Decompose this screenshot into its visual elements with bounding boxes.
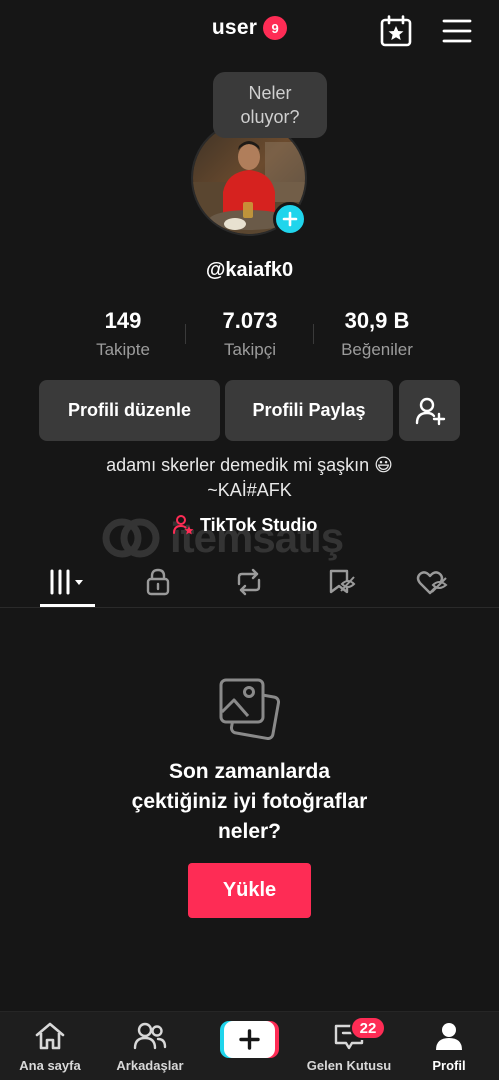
profile-handle: @kaiafk0: [205, 259, 294, 281]
tab-favorites[interactable]: [313, 564, 369, 600]
profile-stats: 149 Takipte 7.073 Takipçi 30,9 B Beğenil…: [60, 308, 440, 360]
nav-profile-label: Profil: [432, 1058, 466, 1073]
stat-following[interactable]: 149 Takipte: [60, 308, 186, 360]
empty-state-message: Son zamanlarda çektiğiniz iyi fotoğrafla…: [0, 757, 499, 847]
inbox-badge: 22: [350, 1016, 386, 1040]
tab-liked[interactable]: [404, 564, 460, 600]
stat-likes-value: 30,9 B: [344, 308, 410, 333]
bubble-line-2: oluyor?: [240, 107, 300, 127]
lock-icon: [146, 568, 170, 596]
home-icon: [35, 1022, 65, 1050]
bookmark-hidden-icon: [329, 569, 356, 594]
tiktok-studio-link[interactable]: TikTok Studio: [172, 514, 317, 536]
profile-actions: Profili düzenle Profili Paylaş: [39, 380, 460, 441]
bubble-line-1: Neler: [248, 83, 292, 103]
notification-badge: 9: [263, 16, 288, 40]
stat-divider: [185, 324, 186, 344]
photos-icon: [219, 678, 280, 740]
stat-likes[interactable]: 30,9 B Beğeniler: [314, 308, 440, 360]
tab-reposts[interactable]: [221, 564, 277, 600]
edit-profile-button[interactable]: Profili düzenle: [39, 380, 220, 441]
menu-icon[interactable]: [442, 18, 472, 44]
nav-friends-label: Arkadaşlar: [116, 1058, 184, 1073]
stat-followers[interactable]: 7.073 Takipçi: [187, 308, 313, 360]
account-switcher[interactable]: user 9: [0, 16, 499, 40]
grid-videos-icon: [50, 569, 83, 595]
watermark-logo-icon: [102, 518, 160, 558]
stat-followers-label: Takipçi: [224, 340, 276, 359]
content-tabs: [0, 556, 499, 608]
friends-icon: [133, 1022, 167, 1050]
create-button[interactable]: [220, 1021, 279, 1058]
bio-line-1: adamı skerler demedik mi şaşkın 😃: [106, 455, 393, 475]
stat-divider: [313, 324, 314, 344]
active-tab-indicator: [40, 604, 95, 607]
empty-line-3: neler?: [217, 820, 282, 843]
nav-home[interactable]: Ana sayfa: [0, 1020, 100, 1073]
repost-icon: [237, 568, 261, 596]
nav-home-label: Ana sayfa: [19, 1058, 81, 1073]
empty-line-2: çektiğiniz iyi fotoğraflar: [131, 790, 368, 813]
upload-button[interactable]: Yükle: [188, 863, 311, 918]
bio-line-2: ~KAİ#AFK: [207, 480, 292, 500]
plus-icon: [282, 211, 298, 227]
stat-followers-value: 7.073: [222, 308, 278, 333]
heart-hidden-icon: [416, 571, 448, 595]
status-bubble[interactable]: Neler oluyor?: [213, 72, 327, 138]
top-bar: user 9: [0, 0, 499, 62]
nav-inbox-label: Gelen Kutusu: [306, 1058, 392, 1073]
stat-likes-label: Beğeniler: [341, 340, 413, 359]
studio-label: TikTok Studio: [200, 514, 318, 535]
stat-following-label: Takipte: [96, 340, 150, 359]
profile-bio: adamı skerler demedik mi şaşkın 😃 ~KAİ#A…: [0, 453, 499, 503]
username-label: user: [211, 16, 258, 39]
tab-private[interactable]: [130, 564, 186, 600]
nav-profile[interactable]: Profil: [399, 1020, 499, 1073]
nav-friends[interactable]: Arkadaşlar: [100, 1020, 200, 1073]
add-story-button[interactable]: [273, 202, 307, 236]
studio-user-icon: [173, 515, 194, 535]
empty-line-1: Son zamanlarda: [168, 760, 331, 783]
add-friend-button[interactable]: [399, 380, 460, 441]
stat-following-value: 149: [104, 308, 142, 333]
add-user-icon: [415, 397, 445, 425]
calendar-star-icon[interactable]: [380, 15, 412, 47]
tab-videos[interactable]: [39, 564, 95, 600]
bottom-navigation: Ana sayfa Arkadaşlar Gelen Kutusu 22 Pro…: [0, 1011, 499, 1080]
share-profile-button[interactable]: Profili Paylaş: [225, 380, 393, 441]
profile-icon: [436, 1023, 462, 1050]
